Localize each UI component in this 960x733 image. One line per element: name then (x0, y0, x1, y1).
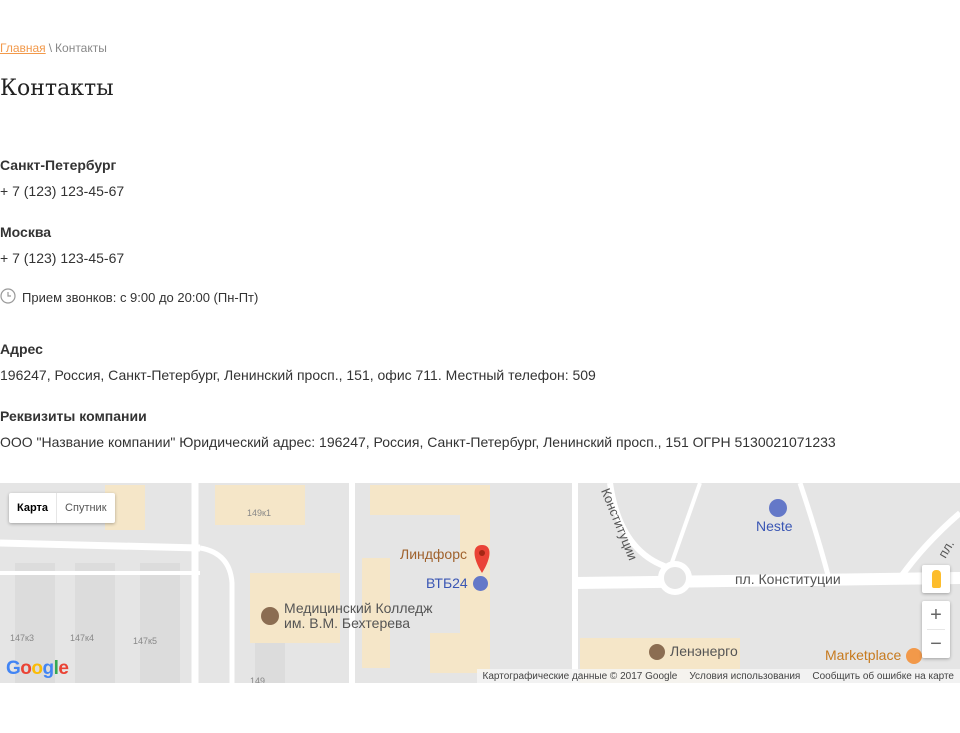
breadcrumb-current: Контакты (55, 41, 107, 55)
spb-title: Санкт-Петербург (0, 157, 117, 173)
map-type-map-button[interactable]: Карта (9, 493, 58, 523)
msk-phone: + 7 (123) 123-45-67 (0, 250, 125, 266)
map-attribution: Картографические данные © 2017 Google (482, 670, 678, 682)
requisites-text: ООО "Название компании" Юридический адре… (0, 434, 836, 450)
address-text: 196247, Россия, Санкт-Петербург, Ленинск… (0, 367, 596, 383)
map-attribution-bar: Картографические данные © 2017 Google Ус… (476, 669, 960, 683)
poi-neste[interactable]: Neste (756, 518, 793, 534)
zoom-out-button[interactable]: − (922, 630, 950, 658)
address-title: Адрес (0, 341, 43, 357)
poi-vtb24[interactable]: ВТБ24 (426, 575, 468, 591)
spb-phone: + 7 (123) 123-45-67 (0, 183, 125, 199)
breadcrumb-home-link[interactable]: Главная (0, 41, 46, 55)
poi-lenenergo[interactable]: Ленэнерго (670, 643, 738, 659)
zoom-control: + − (922, 601, 950, 658)
google-logo[interactable]: Google (6, 658, 69, 680)
pegman-icon (931, 570, 941, 588)
breadcrumb: Главная \ Контакты (0, 41, 107, 55)
poi-college-line1[interactable]: Медицинский Колледж (284, 600, 433, 616)
zoom-in-button[interactable]: + (922, 601, 950, 629)
msk-title: Москва (0, 224, 52, 240)
poi-college-line2[interactable]: им. В.М. Бехтерева (284, 615, 410, 631)
page-title: Контакты (0, 76, 114, 101)
building-label: 147к3 (10, 633, 34, 643)
street-konstitucii: пл. Конституции (735, 571, 841, 587)
building-icon (649, 644, 665, 660)
map-type-control: Карта Спутник (9, 493, 115, 523)
building-label: 149 (250, 676, 266, 683)
restaurant-icon (906, 648, 922, 664)
terms-link[interactable]: Условия использования (683, 671, 806, 682)
call-hours: Прием звонков: с 9:00 до 20:00 (Пн-Пт) (0, 288, 258, 307)
bank-icon (473, 576, 488, 591)
map-type-satellite-button[interactable]: Спутник (57, 493, 114, 523)
breadcrumb-separator: \ (48, 41, 53, 55)
gas-station-icon (769, 499, 787, 517)
google-map[interactable]: Карта Спутник 149к1 147к3 147к4 147к5 14… (0, 483, 960, 683)
building-label: 149к1 (247, 508, 271, 518)
call-hours-text: Прием звонков: с 9:00 до 20:00 (Пн-Пт) (22, 290, 259, 305)
school-icon (261, 607, 279, 625)
street-view-pegman[interactable] (922, 565, 950, 593)
building-label: 147к4 (70, 633, 94, 643)
building-label: 147к5 (133, 636, 157, 646)
poi-lindfors[interactable]: Линдфорс (400, 546, 467, 562)
clock-icon (0, 288, 16, 307)
requisites-title: Реквизиты компании (0, 408, 147, 424)
poi-marketplace[interactable]: Marketplace (825, 647, 901, 663)
report-error-link[interactable]: Сообщить об ошибке на карте (806, 671, 960, 682)
